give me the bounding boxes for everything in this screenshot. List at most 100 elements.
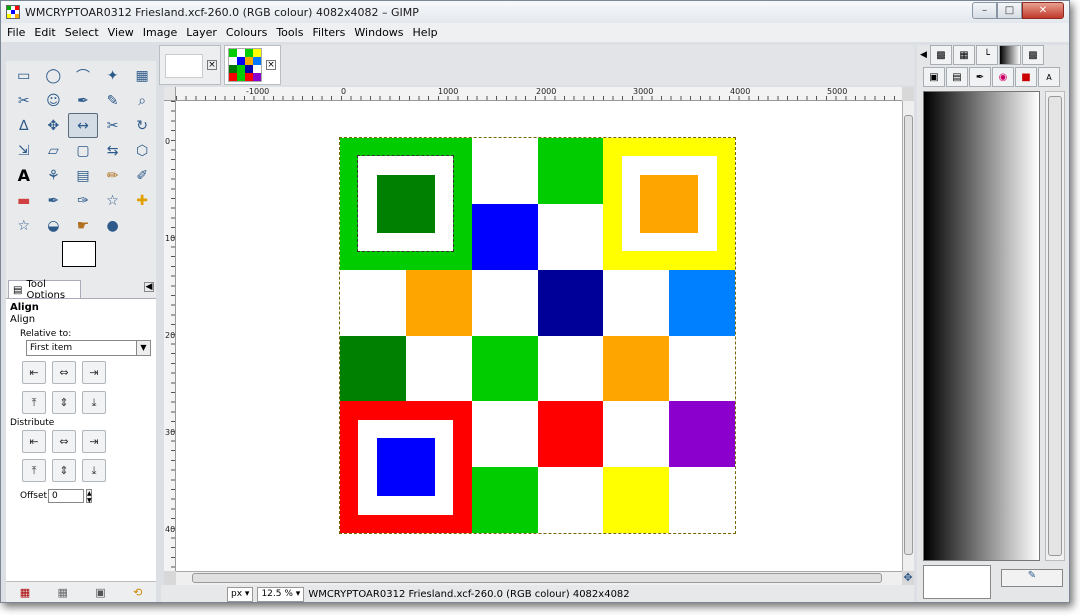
tab-colours[interactable]: ◉: [992, 67, 1014, 87]
menu-image[interactable]: Image: [143, 26, 177, 39]
gradient-preview[interactable]: [923, 91, 1040, 561]
airbrush-tool[interactable]: ✒: [39, 188, 69, 213]
gradient-editor-preview[interactable]: [923, 565, 991, 599]
tab-images[interactable]: ▩: [929, 45, 952, 65]
offset-spin-icon[interactable]: ▲ ▼: [86, 489, 92, 504]
ruler-corner[interactable]: [164, 87, 176, 101]
tab-tool-presets[interactable]: ▣: [923, 67, 945, 87]
align-tool[interactable]: ↔: [68, 113, 98, 138]
crop-tool[interactable]: ✂: [98, 113, 128, 138]
clone-tool[interactable]: ☆: [98, 188, 128, 213]
vertical-scrollbar[interactable]: [902, 101, 914, 571]
shear-tool[interactable]: ▱: [39, 138, 69, 163]
by-colour-select-tool[interactable]: ▦: [127, 63, 157, 88]
menu-layer[interactable]: Layer: [186, 26, 217, 39]
relative-to-select[interactable]: First item ▼: [26, 340, 151, 356]
rect-select-tool[interactable]: ▭: [9, 63, 39, 88]
align-right-button[interactable]: ⇥: [82, 361, 106, 384]
tab-patterns[interactable]: ▦: [952, 45, 975, 65]
scroll-thumb[interactable]: [1048, 96, 1062, 556]
close-icon[interactable]: ×: [266, 60, 276, 70]
menu-select[interactable]: Select: [65, 26, 99, 39]
minimize-button[interactable]: –: [972, 2, 997, 19]
menu-view[interactable]: View: [108, 26, 134, 39]
panel-menu-icon[interactable]: ◀: [144, 282, 154, 292]
scissors-tool[interactable]: ✂: [9, 88, 39, 113]
fuzzy-select-tool[interactable]: ✦: [98, 63, 128, 88]
ink-tool[interactable]: ✑: [68, 188, 98, 213]
restore-preset-icon[interactable]: ▦: [57, 586, 67, 599]
align-left-button[interactable]: ⇤: [22, 361, 46, 384]
horizontal-ruler[interactable]: -1000 0 1000 2000 3000 4000 5000: [176, 87, 902, 101]
smudge-tool[interactable]: ☛: [68, 213, 98, 238]
navigate-icon[interactable]: ✥: [902, 571, 914, 585]
blend-tool[interactable]: ▤: [68, 163, 98, 188]
tab-gradients[interactable]: [998, 45, 1021, 65]
menu-edit[interactable]: Edit: [34, 26, 55, 39]
image-tab-2[interactable]: ×: [224, 45, 281, 85]
canvas-workspace[interactable]: [176, 101, 902, 571]
delete-icon[interactable]: ▣: [95, 586, 105, 599]
distribute-top-button[interactable]: ⤒: [22, 459, 46, 482]
horizontal-scrollbar[interactable]: [176, 571, 902, 585]
align-top-button[interactable]: ⤒: [22, 391, 46, 414]
scale-tool[interactable]: ⇲: [9, 138, 39, 163]
free-select-tool[interactable]: ⌒: [68, 63, 98, 88]
reset-icon[interactable]: ⟲: [133, 586, 142, 599]
align-center-button[interactable]: ⇔: [52, 361, 76, 384]
distribute-left-button[interactable]: ⇤: [22, 430, 46, 453]
measure-tool[interactable]: ∆: [9, 113, 39, 138]
image-tab-1[interactable]: ×: [159, 45, 221, 85]
zoom-tool[interactable]: ⌕: [127, 88, 157, 113]
eraser-tool[interactable]: ▬: [9, 188, 39, 213]
image-canvas[interactable]: [339, 137, 736, 534]
close-button[interactable]: ✕: [1022, 2, 1064, 19]
menu-windows[interactable]: Windows: [354, 26, 403, 39]
distribute-middle-button[interactable]: ⇕: [52, 459, 76, 482]
menu-help[interactable]: Help: [413, 26, 438, 39]
edit-button[interactable]: ✎: [1001, 569, 1063, 587]
dock-scrollbar[interactable]: [1045, 91, 1065, 561]
close-icon[interactable]: ×: [207, 60, 217, 70]
heal-tool[interactable]: ✚: [127, 188, 157, 213]
tab-brush-dynamics[interactable]: ✒: [969, 67, 991, 87]
tab-fonts[interactable]: ■: [1015, 67, 1037, 87]
zoom-select[interactable]: 12.5 % ▾: [257, 586, 305, 602]
dodge-burn-tool[interactable]: ●: [98, 213, 128, 238]
colour-swatches[interactable]: [62, 241, 112, 275]
tab-palettes[interactable]: ▩: [1021, 45, 1044, 65]
distribute-center-button[interactable]: ⇔: [52, 430, 76, 453]
menu-colours[interactable]: Colours: [226, 26, 267, 39]
perspective-clone-tool[interactable]: ☆: [9, 213, 39, 238]
paintbrush-tool[interactable]: ✐: [127, 163, 157, 188]
menu-filters[interactable]: Filters: [312, 26, 345, 39]
colour-picker-tool[interactable]: ✎: [98, 88, 128, 113]
align-middle-button[interactable]: ⇕: [52, 391, 76, 414]
move-tool[interactable]: ✥: [39, 113, 69, 138]
rotate-tool[interactable]: ↻: [127, 113, 157, 138]
scroll-thumb[interactable]: [192, 573, 882, 583]
unit-select[interactable]: px ▾: [227, 586, 254, 602]
tab-tool-options[interactable]: ▤ Tool Options: [8, 279, 81, 301]
align-bottom-button[interactable]: ⤓: [82, 391, 106, 414]
menu-file[interactable]: File: [7, 26, 25, 39]
perspective-tool[interactable]: ▢: [68, 138, 98, 163]
foreground-select-tool[interactable]: ☺: [39, 88, 69, 113]
save-preset-icon[interactable]: ▦: [20, 586, 30, 599]
scroll-thumb[interactable]: [904, 115, 913, 555]
distribute-bottom-button[interactable]: ⤓: [82, 459, 106, 482]
offset-input[interactable]: 0: [48, 489, 84, 503]
tab-more[interactable]: A: [1038, 67, 1060, 87]
tab-brushes[interactable]: └: [975, 45, 998, 65]
maximize-button[interactable]: □: [997, 2, 1022, 19]
flip-tool[interactable]: ⇆: [98, 138, 128, 163]
panel-menu-icon[interactable]: ◀: [920, 50, 927, 60]
paths-tool[interactable]: ✒: [68, 88, 98, 113]
foreground-colour[interactable]: [62, 241, 96, 267]
text-tool[interactable]: A: [9, 163, 39, 188]
vertical-ruler[interactable]: 0 1000 2000 3000 4000: [164, 101, 176, 571]
blur-tool[interactable]: ◒: [39, 213, 69, 238]
pencil-tool[interactable]: ✏: [98, 163, 128, 188]
distribute-right-button[interactable]: ⇥: [82, 430, 106, 453]
cage-tool[interactable]: ⬡: [127, 138, 157, 163]
